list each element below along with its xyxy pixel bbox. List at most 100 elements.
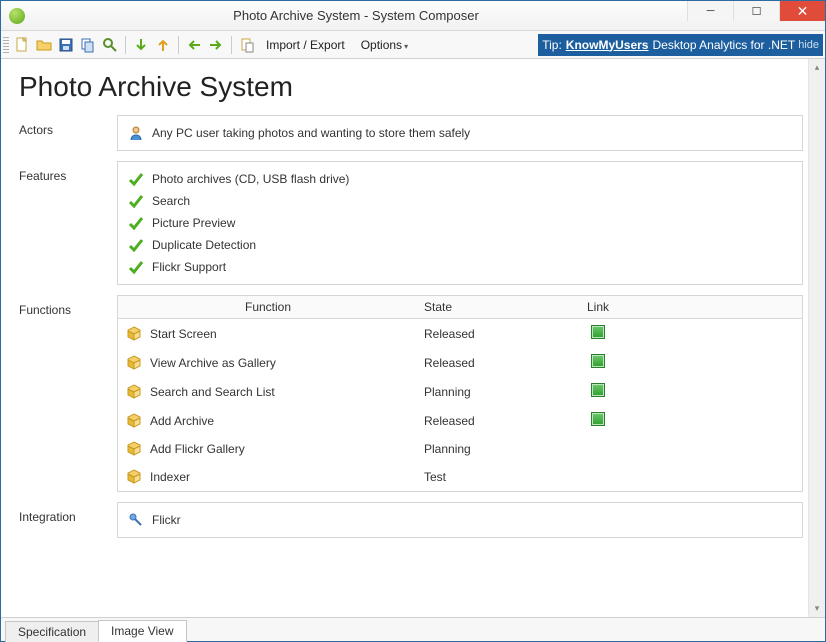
actor-text: Any PC user taking photos and wanting to… (152, 126, 470, 140)
tip-prefix: Tip: (542, 38, 562, 52)
check-icon (128, 237, 144, 253)
feature-item[interactable]: Duplicate Detection (126, 234, 794, 256)
col-state[interactable]: State (418, 296, 558, 319)
feature-item[interactable]: Picture Preview (126, 212, 794, 234)
arrow-right-icon[interactable] (206, 35, 226, 55)
col-spacer (638, 296, 802, 319)
features-box[interactable]: Photo archives (CD, USB flash drive) Sear… (117, 161, 803, 285)
function-row[interactable]: Search and Search List Planning (118, 377, 802, 406)
functions-table-head: Function State Link (118, 296, 802, 319)
copy-icon[interactable] (78, 35, 98, 55)
import-export-label: Import / Export (266, 38, 345, 52)
toolbar-separator-3 (231, 36, 232, 54)
integration-box[interactable]: Flickr (117, 502, 803, 538)
user-icon (128, 125, 144, 141)
feature-text: Search (152, 194, 190, 208)
feature-item[interactable]: Search (126, 190, 794, 212)
col-function[interactable]: Function (118, 296, 418, 319)
function-name: Add Archive (150, 414, 214, 428)
function-link-cell (558, 377, 638, 406)
link-icon[interactable] (591, 383, 605, 397)
function-row[interactable]: Add Flickr GalleryPlanning (118, 435, 802, 463)
toolbar-separator (125, 36, 126, 54)
features-label: Features (19, 161, 117, 183)
link-icon[interactable] (591, 354, 605, 368)
toolbar-grip (3, 37, 9, 53)
app-icon (9, 8, 25, 24)
tip-hide-button[interactable]: hide (798, 39, 819, 51)
check-icon (128, 171, 144, 187)
package-icon (126, 413, 142, 429)
tab-image-view[interactable]: Image View (98, 620, 186, 642)
functions-table: Function State Link Start ScreenReleased… (118, 296, 802, 491)
scroll-down-icon[interactable]: ▾ (815, 600, 820, 617)
function-row[interactable]: Add Archive Released (118, 406, 802, 435)
new-document-icon[interactable] (12, 35, 32, 55)
functions-table-body: Start ScreenReleasedView Archive as Gall… (118, 319, 802, 492)
page-title: Photo Archive System (19, 71, 803, 103)
function-state: Released (418, 406, 558, 435)
integration-text: Flickr (152, 513, 181, 527)
integration-item[interactable]: Flickr (126, 509, 794, 531)
functions-section: Functions Function State Link Start Scre… (19, 295, 803, 492)
function-row[interactable]: View Archive as GalleryReleased (118, 348, 802, 377)
actor-item[interactable]: Any PC user taking photos and wanting to… (126, 122, 794, 144)
pin-icon (128, 512, 144, 528)
toolbar: Import / Export Options▾ Tip: KnowMyUser… (1, 31, 825, 59)
tip-suffix: Desktop Analytics for .NET (652, 38, 795, 52)
package-icon (126, 326, 142, 342)
scroll-up-icon[interactable]: ▴ (815, 59, 820, 76)
link-icon[interactable] (591, 412, 605, 426)
function-state: Planning (418, 435, 558, 463)
app-window: Photo Archive System - System Composer ─… (0, 0, 826, 642)
feature-text: Picture Preview (152, 216, 235, 230)
functions-label: Functions (19, 295, 117, 317)
paste-icon[interactable] (237, 35, 257, 55)
actors-label: Actors (19, 115, 117, 137)
options-label: Options (361, 38, 402, 52)
chevron-down-icon: ▾ (404, 42, 408, 51)
integration-section: Integration Flickr (19, 502, 803, 538)
tip-bar: Tip: KnowMyUsers Desktop Analytics for .… (538, 34, 823, 56)
tab-specification[interactable]: Specification (5, 621, 99, 642)
bottom-tabs: Specification Image View (1, 617, 825, 641)
function-name: Search and Search List (150, 385, 275, 399)
feature-text: Duplicate Detection (152, 238, 256, 252)
maximize-button[interactable]: ☐ (733, 1, 779, 21)
arrow-down-icon[interactable] (131, 35, 151, 55)
arrow-up-icon[interactable] (153, 35, 173, 55)
content-area: Photo Archive System Actors Any PC user … (1, 59, 825, 617)
actors-section: Actors Any PC user taking photos and wan… (19, 115, 803, 151)
function-row[interactable]: IndexerTest (118, 463, 802, 491)
package-icon (126, 469, 142, 485)
function-link-cell (558, 435, 638, 463)
package-icon (126, 441, 142, 457)
close-button[interactable]: ✕ (779, 1, 825, 21)
function-row[interactable]: Start ScreenReleased (118, 319, 802, 349)
col-link[interactable]: Link (558, 296, 638, 319)
function-link-cell (558, 406, 638, 435)
link-icon[interactable] (591, 325, 605, 339)
functions-box[interactable]: Function State Link Start ScreenReleased… (117, 295, 803, 492)
package-icon (126, 355, 142, 371)
function-state: Planning (418, 377, 558, 406)
scrollbar[interactable]: ▴ ▾ (808, 59, 825, 617)
minimize-button[interactable]: ─ (687, 1, 733, 21)
save-icon[interactable] (56, 35, 76, 55)
arrow-left-icon[interactable] (184, 35, 204, 55)
features-section: Features Photo archives (CD, USB flash d… (19, 161, 803, 285)
package-icon (126, 384, 142, 400)
feature-text: Photo archives (CD, USB flash drive) (152, 172, 349, 186)
function-name: Start Screen (150, 327, 217, 341)
check-icon (128, 193, 144, 209)
function-name: Indexer (150, 470, 190, 484)
function-link-cell (558, 348, 638, 377)
import-export-menu[interactable]: Import / Export (258, 36, 353, 54)
search-icon[interactable] (100, 35, 120, 55)
actors-box[interactable]: Any PC user taking photos and wanting to… (117, 115, 803, 151)
feature-item[interactable]: Flickr Support (126, 256, 794, 278)
feature-item[interactable]: Photo archives (CD, USB flash drive) (126, 168, 794, 190)
options-menu[interactable]: Options▾ (353, 36, 416, 54)
open-folder-icon[interactable] (34, 35, 54, 55)
tip-link[interactable]: KnowMyUsers (566, 38, 649, 52)
